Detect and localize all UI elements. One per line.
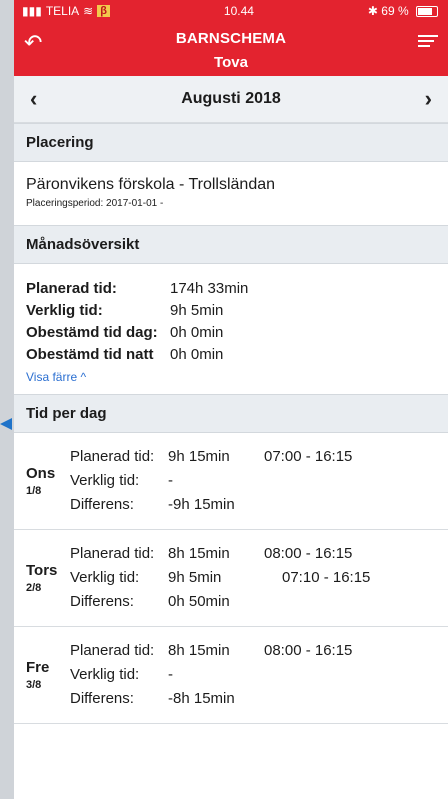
weekday: Tors <box>26 562 58 579</box>
line-value: - <box>168 666 173 683</box>
placement-section: Päronvikens förskola - Trollsländan Plac… <box>14 162 448 225</box>
line-time: 08:00 - 16:15 <box>264 642 353 659</box>
overview-value: 174h 33min <box>170 280 249 297</box>
status-bar: ▮▮▮ TELIA ≋ β 10.44 ✱ 69 % <box>14 0 448 22</box>
placement-period: Placeringsperiod: 2017-01-01 - <box>26 198 164 209</box>
day-date: 3/8 <box>26 679 42 691</box>
day-row[interactable]: Ons 1/8 Planerad tid: 9h 15min 07:00 - 16:… <box>14 433 448 530</box>
line-value: 8h 15min <box>168 642 230 659</box>
battery-percent: 69 % <box>381 4 409 18</box>
day-label: Ons 1/8 <box>26 445 70 517</box>
line-label: Differens: <box>70 593 134 610</box>
carrier-badge: β <box>97 5 110 17</box>
page-title: BARNSCHEMA <box>175 30 287 47</box>
overview-row: Verklig tid: 9h 5min <box>26 300 436 322</box>
line-time <box>264 663 436 687</box>
line-label: Differens: <box>70 690 134 707</box>
carrier-name: TELIA <box>45 4 80 18</box>
day-date: 2/8 <box>26 582 42 594</box>
phone-screen: ▮▮▮ TELIA ≋ β 10.44 ✱ 69 % ↶ BARNSCHEMA … <box>14 0 448 799</box>
placement-name: Päronvikens förskola - Trollsländan <box>26 176 276 193</box>
overview-row: Obestämd tid natt 0h 0min <box>26 344 436 366</box>
day-date: 1/8 <box>26 485 42 497</box>
overview-label: Obestämd tid natt <box>26 346 154 363</box>
day-row[interactable]: Fre 3/8 Planerad tid: 8h 15min 08:00 - 16:… <box>14 627 448 724</box>
battery-icon <box>416 6 438 18</box>
day-label: Tors 2/8 <box>26 542 70 614</box>
show-less-link[interactable]: Visa färre ^ <box>26 370 436 384</box>
line-time: 07:10 - 16:15 <box>282 569 371 586</box>
line-value: 9h 5min <box>168 569 222 586</box>
line-value: 0h 50min <box>168 593 230 610</box>
chevron-left-icon[interactable]: ‹ <box>30 86 37 112</box>
bluetooth-icon: ✱ <box>367 4 378 18</box>
overview-label: Planerad tid: <box>26 280 117 297</box>
line-time: 07:00 - 16:15 <box>264 448 353 465</box>
overview-row: Planerad tid: 174h 33min <box>26 278 436 300</box>
day-label: Fre 3/8 <box>26 639 70 711</box>
line-value: -8h 15min <box>168 690 235 707</box>
line-value: 9h 15min <box>168 448 230 465</box>
line-time <box>264 590 436 614</box>
line-value: -9h 15min <box>168 496 235 513</box>
placement-header: Placering <box>14 123 448 162</box>
overview-value: 9h 5min <box>170 302 224 319</box>
overview-label: Obestämd tid dag: <box>26 324 158 341</box>
annotation-arrow-icon <box>0 418 12 430</box>
navigation-bar: ↶ BARNSCHEMA Tova <box>14 22 448 76</box>
weekday: Fre <box>26 659 50 676</box>
month-selector: ‹ Augusti 2018 › <box>14 76 448 123</box>
line-label: Verklig tid: <box>70 569 140 586</box>
overview-section: Planerad tid: 174h 33min Verklig tid: 9h… <box>14 264 448 394</box>
line-time: 08:00 - 16:15 <box>264 545 353 562</box>
line-value: 8h 15min <box>168 545 230 562</box>
line-time <box>264 493 436 517</box>
overview-label: Verklig tid: <box>26 302 103 319</box>
overview-value: 0h 0min <box>170 324 224 341</box>
per-day-header: Tid per dag <box>14 394 448 433</box>
line-label: Verklig tid: <box>70 472 140 489</box>
overview-value: 0h 0min <box>170 346 224 363</box>
line-label: Verklig tid: <box>70 666 140 683</box>
status-time: 10.44 <box>223 4 254 18</box>
line-time <box>264 469 436 493</box>
wifi-icon: ≋ <box>83 4 94 18</box>
line-label: Planerad tid: <box>70 642 155 659</box>
day-row[interactable]: Tors 2/8 Planerad tid: 8h 15min 08:00 - 16… <box>14 530 448 627</box>
line-time <box>264 687 436 711</box>
signal-icon: ▮▮▮ <box>22 4 42 18</box>
chevron-right-icon[interactable]: › <box>425 86 432 112</box>
child-name: Tova <box>214 54 248 71</box>
overview-row: Obestämd tid dag: 0h 0min <box>26 322 436 344</box>
line-label: Differens: <box>70 496 134 513</box>
line-value: - <box>168 472 173 489</box>
line-label: Planerad tid: <box>70 448 155 465</box>
weekday: Ons <box>26 465 56 482</box>
menu-icon[interactable] <box>418 32 438 50</box>
month-label: Augusti 2018 <box>181 90 281 107</box>
overview-header: Månadsöversikt <box>14 225 448 264</box>
line-label: Planerad tid: <box>70 545 155 562</box>
